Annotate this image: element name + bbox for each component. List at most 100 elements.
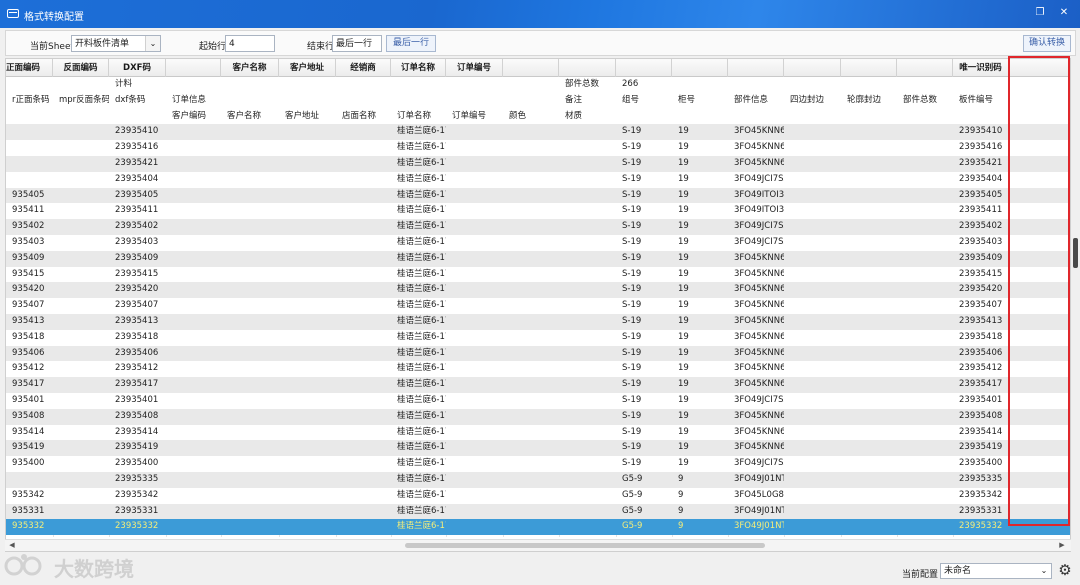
column-header[interactable]: 订单编号 [446,59,503,77]
table-row[interactable]: 935403 23935403 桂语兰庭6-170 S-19 19 3FO49JCI7SA… [6,235,1070,251]
vertical-scroll-thumb[interactable] [1073,238,1078,268]
last-row-button[interactable]: 最后一行 [386,35,436,52]
table-row[interactable]: 935413 23935413 桂语兰庭6-170 S-19 19 3FO45KNN6B1… [6,314,1070,330]
column-header[interactable] [897,59,953,77]
table-row[interactable]: 935342 23935342 桂语兰庭6-170 G5-9 9 3FO45L0G8RY1… [6,487,1070,504]
table-row[interactable]: 23935416 桂语兰庭6-170 S-19 19 3FO45KNN6B0.0||,0… [6,140,1070,156]
table-row[interactable]: 935401 23935401 桂语兰庭6-170 S-19 19 3FO49JCI7SA… [6,393,1070,409]
end-row-input[interactable]: 最后一行 [332,35,382,52]
horizontal-scrollbar[interactable]: ◀ ▶ [5,539,1071,551]
table-cell: 桂语兰庭6-170 [397,395,446,405]
table-cell: 19 [678,205,689,216]
table-cell: 935332 [12,521,45,532]
table-row[interactable]: 23935335 桂语兰庭6-170 G5-9 9 3FO49J01NTJ0.0||,0… [6,472,1070,488]
table-cell: 23935335 [115,474,159,484]
table-cell: 备注 [565,94,583,105]
table-cell: 轮廓封边 [847,94,882,105]
table-cell: 19 [678,142,689,153]
table-cell: S-19 [622,458,642,469]
column-header[interactable] [166,59,221,77]
table-cell: 19 [678,442,689,453]
meta-row[interactable]: 客户编码 客户名称 客户地址 店面名称 订单名称 订单编号 颜色 材质 [6,108,1070,125]
table-row[interactable]: 23935404 桂语兰庭6-170 S-19 19 3FO49JCI7SAI0.0||… [6,171,1070,188]
table-row[interactable]: 935420 23935420 桂语兰庭6-170 S-19 19 3FO45KNN6B1… [6,282,1070,299]
table-row[interactable]: 935417 23935417 桂语兰庭6-170 S-19 19 3FO45KNN6B1… [6,377,1070,393]
table-row[interactable]: 23935421 桂语兰庭6-170 S-19 19 3FO45KNN6B0.0||,0… [6,156,1070,172]
table-cell: 3FO45KNN6B1.0||123456_3I1|123456_3FC266 [734,410,784,421]
table-cell: S-19 [622,252,642,263]
table-row[interactable]: 935418 23935418 桂语兰庭6-170 S-19 19 3FO45KNN6B1… [6,329,1070,346]
data-grid[interactable]: 正面编码 反面编码 DXF码 客户名称 客户地址 经销商 订单名称 订单编号 唯一识别码 计料部… [5,58,1071,552]
confirm-convert-button[interactable]: 确认转换 [1023,35,1071,52]
column-header[interactable]: DXF码 [109,59,166,77]
scroll-right-icon[interactable]: ▶ [1057,540,1067,551]
toolbar: 当前Sheet 开料板件清单 ⌄ 起始行 4 结束行 最后一行 最后一行 确认转… [5,30,1076,56]
table-cell: S-19 [622,395,642,405]
table-cell: 935415 [12,268,45,279]
column-header[interactable]: 唯一识别码 [953,59,1009,77]
table-row[interactable]: 935331 23935331 桂语兰庭6-170 G5-9 9 3FO49J01NTJ1… [6,503,1070,520]
horizontal-scroll-thumb[interactable] [405,543,765,548]
restore-icon[interactable]: ❐ [1032,5,1048,21]
table-cell: G5-9 [622,474,643,484]
sheet-select[interactable]: 开料板件清单 ⌄ [71,35,161,52]
table-cell: 桂语兰庭6-170 [397,173,446,184]
table-cell: S-19 [622,426,642,437]
column-header[interactable] [784,59,841,77]
table-cell: 订单名称 [397,110,432,121]
table-cell: 23935420 [115,284,159,295]
table-cell: 19 [678,410,689,421]
table-cell: 23935411 [115,205,159,216]
table-row[interactable]: 935405 23935405 桂语兰庭6-170 S-19 19 3FO49ITOI3U… [6,187,1070,204]
column-header[interactable]: 正面编码 [6,59,53,77]
column-header[interactable]: 客户名称 [221,59,279,77]
table-cell: 桂语兰庭6-170 [397,379,446,390]
column-header[interactable]: 客户地址 [279,59,336,77]
table-cell: mpr反面条码 [59,94,109,105]
table-cell: 9 [678,521,684,532]
table-row[interactable]: 935407 23935407 桂语兰庭6-170 S-19 19 3FO45KNN6B1… [6,298,1070,314]
table-row[interactable]: 23935410 桂语兰庭6-170 S-19 19 3FO45KNN6B0.0||,0… [6,124,1070,141]
close-icon[interactable]: ✕ [1056,5,1072,21]
gear-icon[interactable]: ⚙ [1057,562,1073,578]
table-cell: 23935414 [115,426,159,437]
meta-row[interactable]: 计料 部件总数 266 [6,77,1070,93]
table-cell: 桂语兰庭6-170 [397,410,446,421]
table-cell: 935419 [12,442,45,453]
start-row-input[interactable]: 4 [225,35,275,52]
column-header[interactable]: 经销商 [336,59,391,77]
scroll-left-icon[interactable]: ◀ [7,540,17,551]
table-cell: 23935409 [115,252,159,263]
table-row[interactable]: 935332 23935332 桂语兰庭6-170 G5-9 9 3FO49J01NTJ1… [6,519,1070,536]
table-row[interactable]: 935400 23935400 桂语兰庭6-170 S-19 19 3FO49JCI7SA… [6,456,1070,472]
table-cell: 23935413 [115,316,159,326]
table-cell: 桂语兰庭6-170 [397,347,446,358]
column-header[interactable] [559,59,616,77]
table-row[interactable]: 935415 23935415 桂语兰庭6-170 S-19 19 3FO45KNN6B1… [6,266,1070,283]
column-header[interactable] [616,59,672,77]
table-row[interactable]: 935414 23935414 桂语兰庭6-170 S-19 19 3FO45KNN6B1… [6,424,1070,441]
table-row[interactable]: 935411 23935411 桂语兰庭6-170 S-19 19 3FO49ITOI3U… [6,203,1070,220]
column-header[interactable] [728,59,784,77]
table-row[interactable]: 935409 23935409 桂语兰庭6-170 S-19 19 3FO45KNN6B1… [6,250,1070,267]
table-cell: S-19 [622,442,642,453]
table-cell [12,140,53,156]
meta-row[interactable]: r正面条码 mpr反面条码 dxf条码 订单信息 备注 组号 柜号 部件信息 四边封边 轮廓封边 部… [6,92,1070,109]
table-row[interactable]: 935406 23935406 桂语兰庭6-170 S-19 19 3FO45KNN6B1… [6,345,1070,362]
table-row[interactable]: 935408 23935408 桂语兰庭6-170 S-19 19 3FO45KNN6B1… [6,408,1070,425]
table-row[interactable]: 935402 23935402 桂语兰庭6-170 S-19 19 3FO49JCI7SA… [6,219,1070,235]
column-header[interactable] [841,59,897,77]
table-row[interactable]: 935419 23935419 桂语兰庭6-170 S-19 19 3FO45KNN6B1… [6,440,1070,457]
table-cell: 桂语兰庭6-170 [397,442,446,453]
table-cell: S-19 [622,379,642,390]
table-row[interactable]: 935412 23935412 桂语兰庭6-170 S-19 19 3FO45KNN6B1… [6,361,1070,378]
table-cell: 桂语兰庭6-170 [397,284,446,295]
table-cell: 23935416 [115,142,159,153]
config-select[interactable]: 未命名 ⌄ [940,563,1052,579]
column-header[interactable]: 反面编码 [53,59,109,77]
table-cell: S-19 [622,363,642,374]
column-header[interactable] [672,59,728,77]
table-cell: 935402 [12,221,45,232]
column-header[interactable] [503,59,559,77]
column-header[interactable]: 订单名称 [391,59,446,77]
